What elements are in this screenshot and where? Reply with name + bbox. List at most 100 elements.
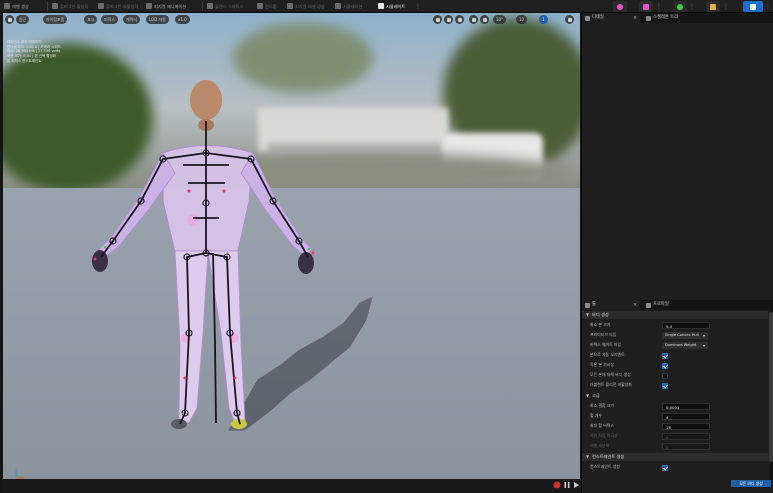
mesh-mode-button[interactable] [639, 1, 653, 12]
tab-tools[interactable]: 툴 [582, 300, 640, 310]
rotate-icon[interactable] [444, 15, 453, 24]
setting-primitive-type: 프리미티브 타입 Single Convex Hull [582, 330, 768, 340]
tab-details[interactable]: 디테일 [582, 13, 640, 23]
physics-body-left-hand[interactable] [92, 250, 108, 272]
playback-speed-button[interactable]: x1.0 [175, 15, 190, 24]
grid-size-button[interactable]: 10° [493, 15, 507, 24]
close-icon[interactable]: × [633, 300, 637, 310]
rotation-snap-button[interactable]: 10 [516, 15, 528, 24]
setting-min-weld-size: 최소 결합 크기 0.0001 [582, 401, 768, 411]
primitive-type-dropdown[interactable]: Single Convex Hull [662, 332, 708, 339]
physics-body-right-hand[interactable] [298, 252, 314, 274]
auto-orient-checkbox[interactable] [662, 352, 668, 359]
mesh-icon [643, 3, 649, 10]
more-options-icon[interactable]: ⋮ [656, 2, 662, 11]
physics-body-torso[interactable] [162, 145, 254, 252]
tree-icon [646, 15, 651, 21]
plugin-off-icon [98, 3, 104, 9]
show-button[interactable]: 표시 [84, 15, 98, 24]
setting-hull-count: 헐 개수 4 [582, 411, 768, 421]
lod-button[interactable]: LOD 자동 [146, 15, 169, 24]
more-options-icon[interactable]: ⋮ [689, 2, 695, 11]
character-button[interactable]: 캐릭터 [123, 15, 141, 24]
tab-skeleton-tree[interactable]: 스켈레톤 트리 [643, 13, 733, 23]
chevron-down-icon: ▼ [586, 393, 590, 398]
generate-all-bodies-button[interactable]: 모든 바디 생성 [731, 480, 771, 487]
viewport-toolbar: 원근 라이팅포함 표시 피직스 캐릭터 LOD 자동 x1.0 10° 10 1 [3, 14, 580, 25]
blend-icon [207, 3, 213, 9]
body-for-all-bones-checkbox[interactable] [662, 372, 668, 379]
more-options-icon[interactable]: ⋮ [415, 2, 421, 11]
create-physics-asset-button[interactable]: 피지컬 애셋 생성 [287, 2, 325, 11]
section-advanced[interactable]: ▼ 고급 [582, 392, 768, 400]
limit-aggressiveness-input: 0 [662, 433, 710, 440]
folder-icon [646, 302, 651, 308]
character-mesh[interactable] [3, 13, 580, 479]
menu-icon[interactable] [5, 15, 14, 24]
create-constraints-checkbox[interactable] [662, 464, 668, 471]
grid-snap-icon[interactable] [480, 15, 489, 24]
play-icon [378, 3, 384, 9]
max-hull-verts-input[interactable]: 16 [662, 423, 710, 430]
viewport[interactable]: 레퍼런스 포즈 미리보기 렌더링 모드: LOD 0 | 카메라 스피드 메시:… [3, 13, 580, 479]
vertex-weight-type-dropdown[interactable]: Dominant Weight [662, 342, 708, 349]
details-panel: 디테일 × 스켈레톤 트리 [581, 13, 773, 300]
simulate-button[interactable]: 시뮬레이트 [378, 2, 405, 11]
setting-body-for-all-bones: 모든 본에 대해 바디 생성 [582, 370, 768, 380]
scale-snap-button[interactable]: 1 [539, 15, 548, 24]
physical-animation-button[interactable]: 피지컬 애니메이션 [146, 2, 186, 11]
plugin-icon [52, 3, 58, 9]
lit-button[interactable]: 라이팅포함 [43, 15, 68, 24]
tab-profiles[interactable]: 프로파일 [643, 300, 703, 310]
blueprint-mode-button[interactable] [706, 1, 720, 12]
physics-icon [750, 3, 756, 10]
pause-icon[interactable] [563, 481, 571, 489]
tools-icon [585, 302, 590, 308]
section-constraint-creation[interactable]: ▼ 컨스트레인트 생성 [582, 453, 768, 461]
physics-button[interactable]: 피직스 [101, 15, 119, 24]
chevron-down-icon: ▼ [586, 312, 590, 317]
min-weld-size-input[interactable]: 0.0001 [662, 403, 710, 410]
min-bone-size-input[interactable]: 5.0 [662, 322, 710, 329]
camera-speed-icon[interactable] [565, 15, 574, 24]
enable-plugin-button[interactable]: 플러그인 활성화 [52, 2, 88, 11]
simulation-button[interactable]: 시뮬레이션 [335, 2, 362, 11]
close-icon[interactable]: × [633, 13, 637, 23]
tool-panel-scrollbar[interactable] [769, 310, 773, 480]
viewport-bottom-bar [3, 479, 580, 493]
viewport-info-text: 레퍼런스 포즈 미리보기 렌더링 모드: LOD 0 | 카메라 스피드 메시:… [7, 40, 61, 63]
disable-collision-checkbox[interactable] [662, 382, 668, 389]
play-icon[interactable] [572, 481, 580, 489]
tool-tabs: 툴 × 프로파일 [582, 300, 773, 310]
physics-body-left-leg[interactable] [174, 250, 209, 424]
scale-icon[interactable] [455, 15, 464, 24]
animation-mode-button[interactable] [673, 1, 687, 12]
small-bone-visibility-checkbox[interactable] [662, 362, 668, 369]
physics-asset-editor: 레벨 생성 플러그인 활성화 플러그인 비활성화 피지컬 애니메이션 블렌드 스… [0, 0, 773, 493]
more-options-icon[interactable]: ⋮ [723, 2, 729, 11]
hull-count-input[interactable]: 4 [662, 413, 710, 420]
more-options-icon[interactable]: ⋮ [765, 2, 771, 11]
level-subdivision-input: 0 [662, 443, 710, 450]
blend-space-button[interactable]: 블렌드 스페이스 [207, 2, 243, 11]
disable-plugin-button[interactable]: 플러그인 비활성화 [98, 2, 138, 11]
axis-gizmo-icon [15, 469, 24, 479]
blueprint-icon [710, 3, 716, 10]
details-tabs: 디테일 × 스켈레톤 트리 [582, 13, 773, 23]
setting-limit-aggressiveness: 제한 직접 적극성 0 [582, 431, 768, 441]
perspective-button[interactable]: 원근 [16, 15, 30, 24]
control-icon [257, 3, 263, 9]
control-button[interactable]: 컨트롤 [257, 2, 277, 11]
physics-mode-button[interactable] [743, 1, 763, 12]
tool-panel: 툴 × 프로파일 ▼ 바디 생성 최소 본 크기 5.0 프리미티브 타입 Sin… [581, 300, 773, 493]
transform-icon[interactable] [433, 15, 442, 24]
skeleton-icon [617, 3, 623, 10]
create-level-button[interactable]: 레벨 생성 [4, 2, 29, 11]
record-icon[interactable] [553, 481, 561, 489]
simulation-icon [335, 3, 341, 9]
section-body-creation[interactable]: ▼ 바디 생성 [582, 311, 768, 319]
world-icon[interactable] [469, 15, 478, 24]
skeleton-mode-button[interactable] [613, 1, 627, 12]
setting-disable-collision: 더블렌트 콜리전 비활성화 [582, 380, 768, 390]
character-head [190, 80, 222, 120]
